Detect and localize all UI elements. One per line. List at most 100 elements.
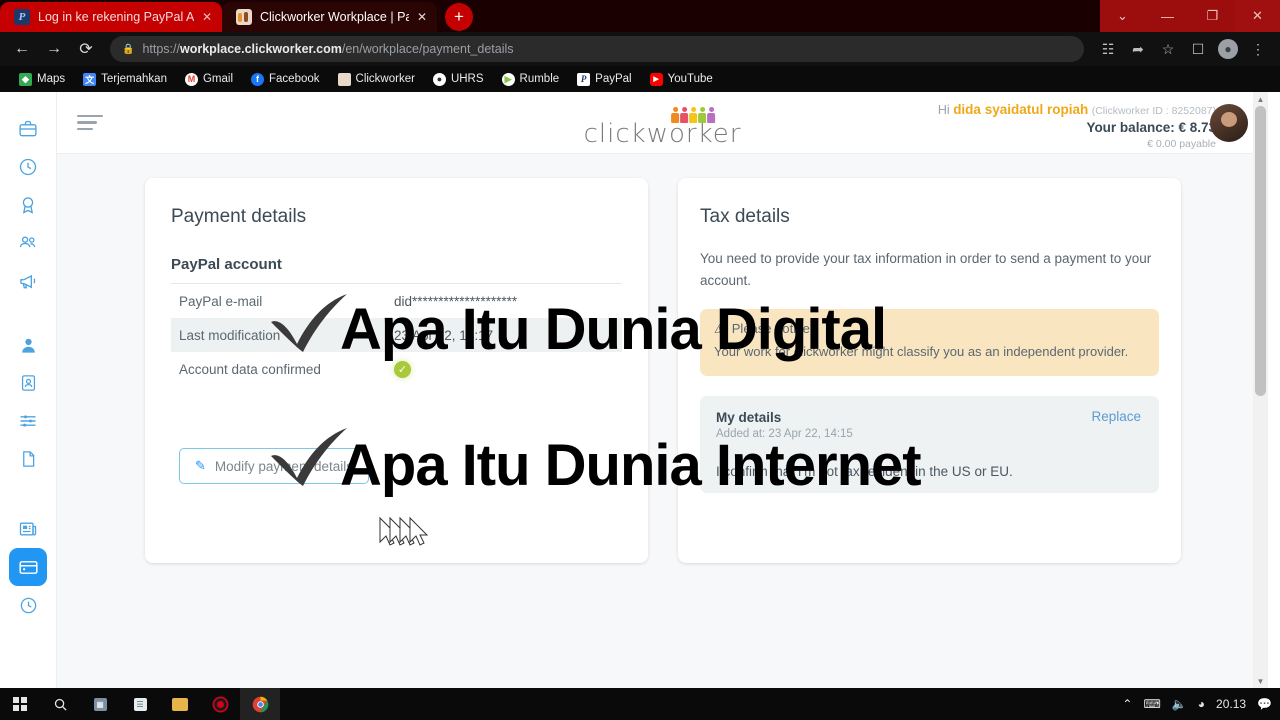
sidebar-item-payment[interactable] [9,548,47,586]
wifi-icon[interactable]: ◕ [1198,697,1205,711]
cursor-arrow-icon [379,516,429,546]
page-title: Payment details [171,206,307,227]
news-icon [19,522,37,536]
chrome-icon [252,696,268,712]
scroll-up-icon[interactable]: ▲ [1253,92,1268,106]
sidebar-item-recent[interactable] [8,586,48,624]
menu-icon[interactable]: ⋮ [1244,35,1272,63]
bookmark-gmail[interactable]: M Gmail [176,68,242,90]
taskbar-chrome[interactable] [240,688,280,720]
share-icon[interactable]: ➦ [1124,35,1152,63]
clickworker-icon [236,9,252,25]
greeting-line: Hi dida syaidatul ropiah (Clickworker ID… [937,102,1216,117]
checkmark-icon [271,428,347,486]
tray-expand-icon[interactable]: ⌃ [1122,697,1132,711]
sidebar-item-identity[interactable] [8,364,48,402]
paypal-icon: P [14,9,30,25]
pencil-icon: ✎ [195,458,206,473]
avatar[interactable] [1210,104,1248,142]
person-icon [21,338,35,353]
clickworker-icon [337,72,351,86]
replace-link[interactable]: Replace [1091,409,1141,424]
bookmark-clickworker[interactable]: Clickworker [329,68,424,90]
lock-icon: 🔒 [122,43,135,55]
chevron-down-icon[interactable]: ⌄ [1100,0,1145,32]
sidebar-item-profile[interactable] [8,326,48,364]
status-badge: ✓ [394,360,411,378]
taskbar-search[interactable] [40,688,80,720]
forward-icon[interactable]: → [40,35,68,63]
sidebar-item-settings[interactable] [8,402,48,440]
system-tray: ⌃ ⌨ 🔈 ◕ 20.13 💬 [1122,697,1272,711]
navigation-bar: ← → ⟳ 🔒 https://workplace.clickworker.co… [0,32,1280,66]
tab-title: Log in ke rekening PayPal Anda [38,10,194,24]
tab-title: Clickworker Workplace | Paymen [260,10,409,24]
bookmark-facebook[interactable]: f Facebook [242,68,329,90]
row-key: Account data confirmed [179,361,321,377]
scroll-down-icon[interactable]: ▼ [1253,674,1268,688]
user-info: Hi dida syaidatul ropiah (Clickworker ID… [938,101,1216,152]
close-icon[interactable]: ✕ [417,10,427,24]
sidebar-item-community[interactable] [8,224,48,262]
sidebar-item-news-feed[interactable] [8,262,48,300]
volume-icon[interactable]: 🔈 [1172,697,1187,711]
browser-tab-clickworker[interactable]: Clickworker Workplace | Paymen ✕ [222,2,437,32]
tax-details-card: Tax details You need to provide your tax… [678,178,1181,563]
sidebar-item-achievements[interactable] [8,186,48,224]
user-id: (Clickworker ID : 8252087) [1091,105,1216,117]
bookmark-paypal[interactable]: P PayPal [568,68,640,90]
start-button[interactable] [0,688,40,720]
notifications-icon[interactable]: 💬 [1257,697,1272,711]
new-tab-button[interactable]: + [445,3,473,31]
clock-icon [20,597,36,613]
profile-icon[interactable]: ● [1214,35,1242,63]
sidepanel-icon[interactable]: ☐ [1184,35,1212,63]
back-icon[interactable]: ← [8,35,36,63]
taskbar-recorder[interactable] [200,688,240,720]
youtube-icon: ▶ [649,72,663,86]
taskbar-file-explorer[interactable] [160,688,200,720]
minimize-button[interactable]: — [1145,0,1190,32]
browser-tab-paypal[interactable]: P Log in ke rekening PayPal Anda ✕ [0,2,222,32]
clock-time[interactable]: 20.13 [1216,697,1246,711]
folder-icon [172,697,188,711]
star-icon[interactable]: ☆ [1154,35,1182,63]
sidebar-item-history[interactable] [8,148,48,186]
hamburger-menu-icon[interactable] [77,114,103,131]
bookmark-rumble[interactable]: ▶ Rumble [493,68,569,90]
page-viewport: clickworker Hi dida syaidatul ropiah (Cl… [0,92,1280,688]
checkmark-icon [271,294,347,352]
payment-details-card: Payment details PayPal account PayPal e-… [145,178,648,563]
sidebar-item-jobs[interactable] [8,110,48,148]
sidebar-item-newsletter[interactable] [8,510,48,548]
restore-button[interactable]: ❐ [1190,0,1235,32]
keyboard-icon[interactable]: ⌨ [1143,697,1160,711]
reload-icon[interactable]: ⟳ [72,35,100,63]
sidebar-item-documents[interactable] [8,440,48,478]
windows-taskbar: ▦ ☰ ⌃ ⌨ 🔈 ◕ 20.13 💬 [0,688,1280,720]
window-controls: ⌄ — ❐ ✕ [1100,0,1280,32]
taskbar-calculator[interactable]: ▦ [80,688,120,720]
people-icon [19,236,36,248]
record-icon [212,696,228,712]
main-content: clickworker Hi dida syaidatul ropiah (Cl… [57,92,1268,688]
bookmark-maps[interactable]: ◆ Maps [10,68,74,90]
bookmark-terjemahkan[interactable]: 文 Terjemahkan [74,68,176,90]
sliders-icon [20,415,36,427]
browser-window: P Log in ke rekening PayPal Anda ✕ Click… [0,0,1280,688]
close-icon[interactable]: ✕ [202,10,212,24]
uhrs-icon: ● [432,72,446,86]
tax-intro-text: You need to provide your tax information… [700,251,1152,288]
address-bar[interactable]: 🔒 https://workplace.clickworker.com/en/w… [110,36,1084,62]
taskbar-notepad[interactable]: ☰ [120,688,160,720]
bookmark-uhrs[interactable]: ● UHRS [424,68,493,90]
page-scrollbar[interactable]: ▲ ▼ [1253,92,1268,688]
notepad-icon: ☰ [133,697,147,711]
close-window-button[interactable]: ✕ [1235,0,1280,32]
gmail-icon: M [184,72,198,86]
my-details-title: My details [716,410,782,426]
translate-icon[interactable]: ☷ [1094,35,1122,63]
clock-history-icon [19,158,37,176]
bookmark-youtube[interactable]: ▶ YouTube [641,68,722,90]
scrollbar-thumb[interactable] [1255,106,1266,396]
